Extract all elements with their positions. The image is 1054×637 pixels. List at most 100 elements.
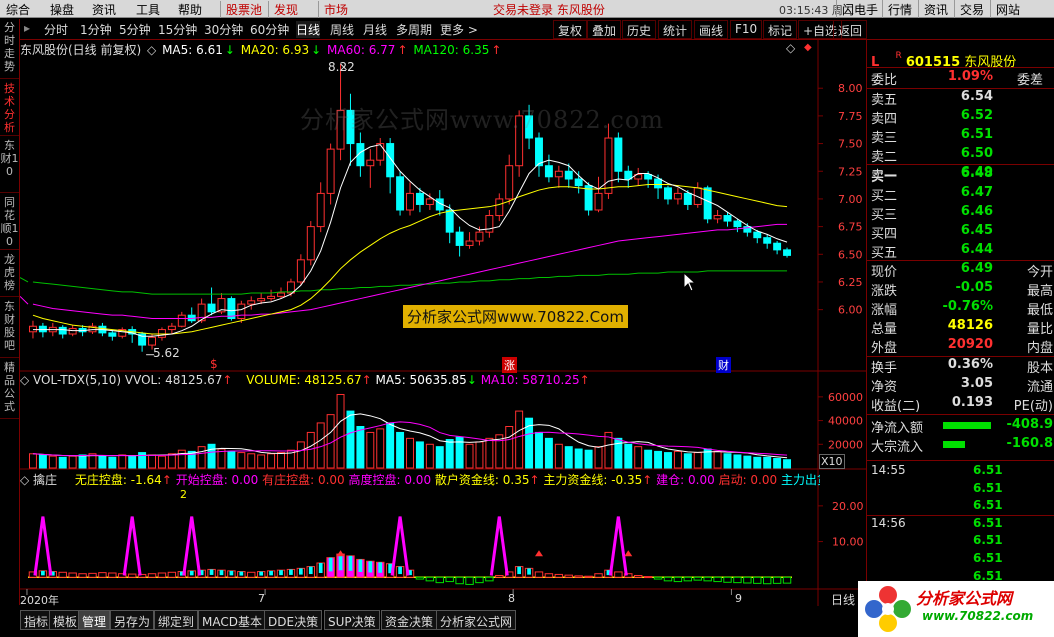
indicator-bar (703, 576, 712, 582)
event-marker[interactable]: $ (210, 357, 218, 371)
tick-price: 6.51 (973, 498, 1003, 513)
high-annotation: 8.22 (328, 60, 355, 74)
candle-body (505, 165, 514, 200)
left-tab[interactable]: 东财股吧 (0, 298, 19, 358)
toolbar-button[interactable]: 标记 (763, 20, 798, 39)
bottom-tab[interactable]: DDE决策 (264, 610, 323, 630)
bottom-tab[interactable]: 模板 (49, 610, 82, 630)
menu-item[interactable]: 帮助 (178, 1, 202, 18)
toolbar-button[interactable]: 历史 (622, 20, 657, 39)
menu-right-item[interactable]: 闪电手 (836, 0, 883, 18)
toolbar-button[interactable]: 复权 (553, 20, 588, 39)
indicator-bar (564, 574, 573, 578)
menu-item[interactable]: 工具 (136, 1, 160, 18)
bottom-tab[interactable]: 指标 (20, 610, 53, 630)
period-tab[interactable]: 分时 (44, 21, 68, 38)
quote-label: 买二 (871, 189, 898, 204)
back-button[interactable]: 返回 (833, 20, 868, 39)
period-tab[interactable]: 15分钟 (158, 21, 197, 38)
down-arrow-icon: ↓ (311, 43, 326, 57)
tick-time: 14:56 (871, 515, 906, 530)
period-tab[interactable]: 周线 (330, 21, 354, 38)
collapse-icon[interactable]: ◇ (20, 373, 33, 387)
indicator-inner-bar (189, 570, 194, 576)
volume-tick-label: 60000 (828, 391, 863, 404)
menu-item-discover[interactable]: 发现 (268, 1, 298, 18)
menu-item[interactable]: 资讯 (92, 1, 116, 18)
bottom-tab[interactable]: 分析家公式网 (436, 610, 517, 630)
bottom-tab-manage[interactable]: 管理 (78, 610, 111, 630)
price-tick-label: 7.50 (838, 138, 863, 151)
settings-diamond-icon[interactable]: ◇ (786, 41, 795, 55)
left-tab-technical[interactable]: 技术分析 (0, 80, 19, 136)
period-tab[interactable]: 5分钟 (119, 21, 151, 38)
bottom-tab[interactable]: MACD基本 (198, 610, 266, 630)
toolbar-button[interactable]: 统计 (658, 20, 693, 39)
arrow-icon[interactable]: ▸ (24, 21, 30, 35)
candle-body (753, 231, 762, 239)
date-label: 9 (735, 592, 742, 605)
date-label: 7 (258, 592, 265, 605)
candle-body (783, 249, 792, 256)
menu-item-stock-pool[interactable]: 股票池 (220, 1, 262, 18)
toolbar-button[interactable]: 画线 (694, 20, 729, 39)
candle-body (455, 231, 464, 246)
candle-body (763, 237, 772, 244)
quote-label: 股本 (1026, 361, 1053, 376)
bottom-tab[interactable]: SUP决策 (324, 610, 380, 630)
indicator-inner-bar (368, 561, 373, 573)
toolbar-button[interactable]: F10 (730, 20, 763, 39)
bottom-tab[interactable]: 资金决策 (381, 610, 438, 630)
event-marker[interactable]: 财 (716, 357, 731, 373)
left-tab[interactable]: 龙虎榜 (0, 251, 19, 297)
period-tab[interactable]: 1分钟 (80, 21, 112, 38)
quote-label: 买一 (871, 170, 898, 185)
quote-label: 买五 (871, 246, 898, 261)
quote-panel: L R 601515 东风股份 委比 1.09% 委差 卖五 6.54 卖四 6… (866, 40, 1054, 606)
candle-body (257, 298, 266, 302)
sell-row: 卖二 6.50 (871, 146, 1054, 165)
period-tab[interactable]: 60分钟 (250, 21, 289, 38)
volume-bar (535, 431, 543, 469)
volume-bar (356, 426, 365, 469)
toolbar-button[interactable]: 叠加 (587, 20, 622, 39)
period-tab[interactable]: 月线 (363, 21, 387, 38)
period-tab[interactable]: 30分钟 (204, 21, 243, 38)
period-tab[interactable]: 多周期 (396, 21, 432, 38)
quote-value: -0.76% (942, 299, 994, 314)
ma120-line (32, 270, 788, 295)
bottom-tab[interactable]: 绑定到 (154, 610, 199, 630)
menu-right-item[interactable]: 交易 (954, 0, 989, 18)
candle-body (277, 292, 285, 297)
event-marker[interactable]: 涨 (502, 357, 517, 373)
left-tab[interactable]: 同花顺10 (0, 194, 19, 250)
indicator-value-wrap: 2 (180, 488, 187, 501)
menu-item[interactable]: 综合 (6, 1, 30, 18)
menu-right-item[interactable]: 网站 (990, 0, 1025, 18)
ma120-line-edge (20, 277, 29, 283)
collapse-icon[interactable]: ◇ (20, 473, 33, 487)
ma60-label: MA60: 6.77 (327, 43, 396, 57)
quote-value: -0.05 (955, 280, 993, 295)
menu-right-item[interactable]: 资讯 (918, 0, 953, 18)
menu-item[interactable]: 操盘 (50, 1, 74, 18)
left-tab[interactable]: 东财10 (0, 137, 19, 193)
ma60-line-edge (20, 295, 29, 305)
candle-body (167, 325, 176, 331)
menu-item-market[interactable]: 市场 (318, 1, 348, 18)
menu-right-item[interactable]: 行情 (882, 0, 917, 18)
indicator-bar (733, 576, 742, 584)
more-periods-button[interactable]: 更多 > (440, 21, 478, 38)
volume-bar (48, 455, 57, 469)
buy-row: 买二 6.47 (871, 185, 1054, 204)
indicator-bar (683, 576, 693, 582)
candle-body (664, 187, 672, 200)
price-tick-label: 7.00 (838, 193, 863, 206)
left-tab[interactable]: 分时走势 (0, 19, 19, 79)
volume-bar (376, 428, 385, 469)
period-tab-daily[interactable]: 日线 (296, 21, 321, 38)
collapse-icon[interactable]: ◇ (147, 43, 156, 57)
left-tab[interactable]: 精品公式 (0, 359, 19, 419)
volume-bar (257, 454, 266, 469)
bottom-tab[interactable]: 另存为 (110, 610, 155, 630)
